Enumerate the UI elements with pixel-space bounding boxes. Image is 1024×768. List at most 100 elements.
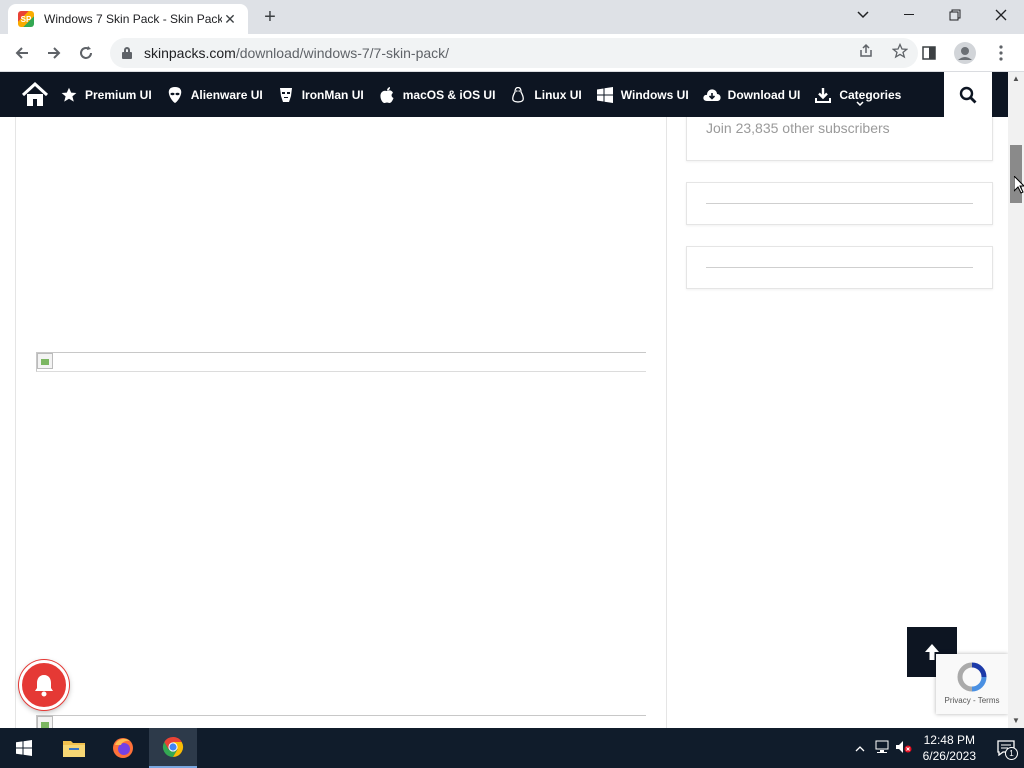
recaptcha-terms-link[interactable]: Terms — [978, 696, 1000, 705]
nav-macos-ios-ui[interactable]: macOS & iOS UI — [378, 86, 496, 104]
nav-linux-ui[interactable]: Linux UI — [509, 86, 582, 104]
restore-icon — [949, 9, 961, 21]
chevron-down-icon — [857, 11, 869, 19]
windows-start-icon — [16, 740, 32, 756]
side-panel-icon[interactable] — [916, 39, 942, 67]
notification-bell-button[interactable] — [19, 660, 69, 710]
taskbar-clock[interactable]: 12:48 PM 6/26/2023 — [923, 732, 976, 764]
nav-label: macOS & iOS UI — [402, 87, 496, 102]
main-column — [15, 117, 667, 728]
network-icon[interactable] — [871, 740, 893, 757]
transformer-icon — [277, 86, 295, 104]
nav-premium-ui[interactable]: Premium UI — [60, 86, 152, 104]
share-icon[interactable] — [858, 43, 874, 63]
nav-label: Windows UI — [620, 87, 689, 102]
bell-icon — [35, 675, 53, 697]
broken-image-icon — [37, 716, 53, 728]
windows-icon — [596, 86, 614, 104]
broken-image — [36, 352, 646, 372]
browser-toolbar: skinpacks.com/download/windows-7/7-skin-… — [0, 34, 1024, 72]
close-icon — [995, 9, 1007, 21]
chrome-button[interactable] — [149, 728, 197, 768]
windows-taskbar: 12:48 PM 6/26/2023 1 — [0, 728, 1024, 768]
search-icon — [959, 86, 977, 103]
minimize-button[interactable] — [886, 0, 932, 30]
nav-label: IronMan UI — [301, 87, 364, 102]
search-button[interactable] — [944, 72, 992, 117]
scroll-down-arrow-icon[interactable]: ▼ — [1008, 714, 1024, 728]
sidebar-widget — [686, 246, 993, 289]
alien-icon — [166, 86, 184, 104]
nav-label: Download UI — [727, 87, 801, 102]
nav-label: Categories — [839, 87, 902, 102]
url-path: /download/windows-7/7-skin-pack/ — [235, 45, 450, 61]
show-hidden-icons-chevron-up-icon[interactable] — [849, 741, 871, 755]
page-content: Join 23,835 other subscribers Privacy - … — [0, 117, 1008, 728]
nav-windows-ui[interactable]: Windows UI — [596, 86, 689, 104]
volume-muted-icon[interactable] — [893, 740, 915, 757]
arrow-left-icon — [15, 47, 28, 59]
window-controls — [840, 0, 1024, 30]
kebab-menu-icon[interactable] — [988, 39, 1014, 67]
nav-label: Linux UI — [534, 87, 582, 102]
nav-categories[interactable]: Categories — [814, 86, 902, 106]
linux-icon — [509, 86, 527, 104]
recaptcha-badge[interactable]: Privacy - Terms — [936, 654, 1008, 714]
reload-icon — [80, 46, 92, 59]
home-icon[interactable] — [20, 80, 50, 110]
chrome-icon — [162, 736, 184, 758]
chevron-down-icon — [856, 100, 864, 106]
nav-label: Premium UI — [85, 87, 152, 102]
folder-icon — [63, 741, 85, 757]
restore-button[interactable] — [932, 0, 978, 30]
nav-label: Alienware UI — [190, 87, 263, 102]
tab-close-icon[interactable]: ✕ — [222, 11, 238, 28]
avatar-icon — [954, 42, 976, 64]
start-button[interactable] — [0, 728, 48, 768]
broken-image-icon — [37, 353, 53, 369]
nav-download-ui[interactable]: Download UI — [703, 86, 801, 104]
clock-date: 6/26/2023 — [922, 749, 976, 763]
notification-count-badge: 1 — [1005, 747, 1018, 760]
scroll-up-arrow-icon[interactable]: ▲ — [1008, 72, 1024, 86]
site-navigation: Premium UI Alienware UI IronMan UI macOS… — [0, 72, 1008, 117]
nav-ironman-ui[interactable]: IronMan UI — [277, 86, 364, 104]
star-icon — [60, 86, 78, 104]
arrow-right-icon — [48, 47, 61, 59]
minimize-icon — [904, 14, 914, 15]
mouse-cursor-icon — [1014, 176, 1024, 194]
recaptcha-icon — [956, 662, 988, 692]
page-scrollbar[interactable]: ▲ ▼ — [1008, 72, 1024, 728]
back-button[interactable] — [8, 39, 36, 67]
site-favicon-icon: SP — [18, 11, 34, 27]
download-icon — [814, 86, 832, 104]
divider — [706, 203, 973, 204]
profile-button[interactable] — [952, 39, 978, 67]
new-tab-button[interactable]: + — [258, 6, 282, 30]
tab-search-button[interactable] — [840, 0, 886, 30]
file-explorer-button[interactable] — [50, 728, 98, 768]
broken-image — [36, 715, 646, 728]
address-bar[interactable]: skinpacks.com/download/windows-7/7-skin-… — [110, 38, 918, 68]
firefox-icon — [113, 738, 133, 758]
cloud-download-icon — [703, 86, 721, 104]
scrollbar-thumb[interactable] — [1010, 145, 1022, 203]
recaptcha-privacy-link[interactable]: Privacy — [945, 696, 971, 705]
bookmark-star-icon[interactable] — [891, 42, 909, 63]
system-tray: 12:48 PM 6/26/2023 1 — [849, 728, 1024, 768]
action-center-button[interactable]: 1 — [988, 728, 1024, 768]
subscribe-widget: Join 23,835 other subscribers — [686, 117, 993, 161]
recaptcha-separator: - — [970, 696, 978, 705]
sidebar-widget — [686, 182, 993, 225]
reload-button[interactable] — [72, 39, 100, 67]
tab-title: Windows 7 Skin Pack - Skin Pack — [44, 12, 222, 26]
subscribers-count-text: Join 23,835 other subscribers — [706, 120, 890, 136]
clock-time: 12:48 PM — [923, 733, 975, 747]
browser-tab[interactable]: SP Windows 7 Skin Pack - Skin Pack ✕ — [8, 4, 248, 34]
firefox-button[interactable] — [99, 728, 147, 768]
forward-button[interactable] — [40, 39, 68, 67]
nav-alienware-ui[interactable]: Alienware UI — [166, 86, 263, 104]
lock-icon[interactable] — [122, 47, 132, 59]
divider — [706, 267, 973, 268]
close-window-button[interactable] — [978, 0, 1024, 30]
